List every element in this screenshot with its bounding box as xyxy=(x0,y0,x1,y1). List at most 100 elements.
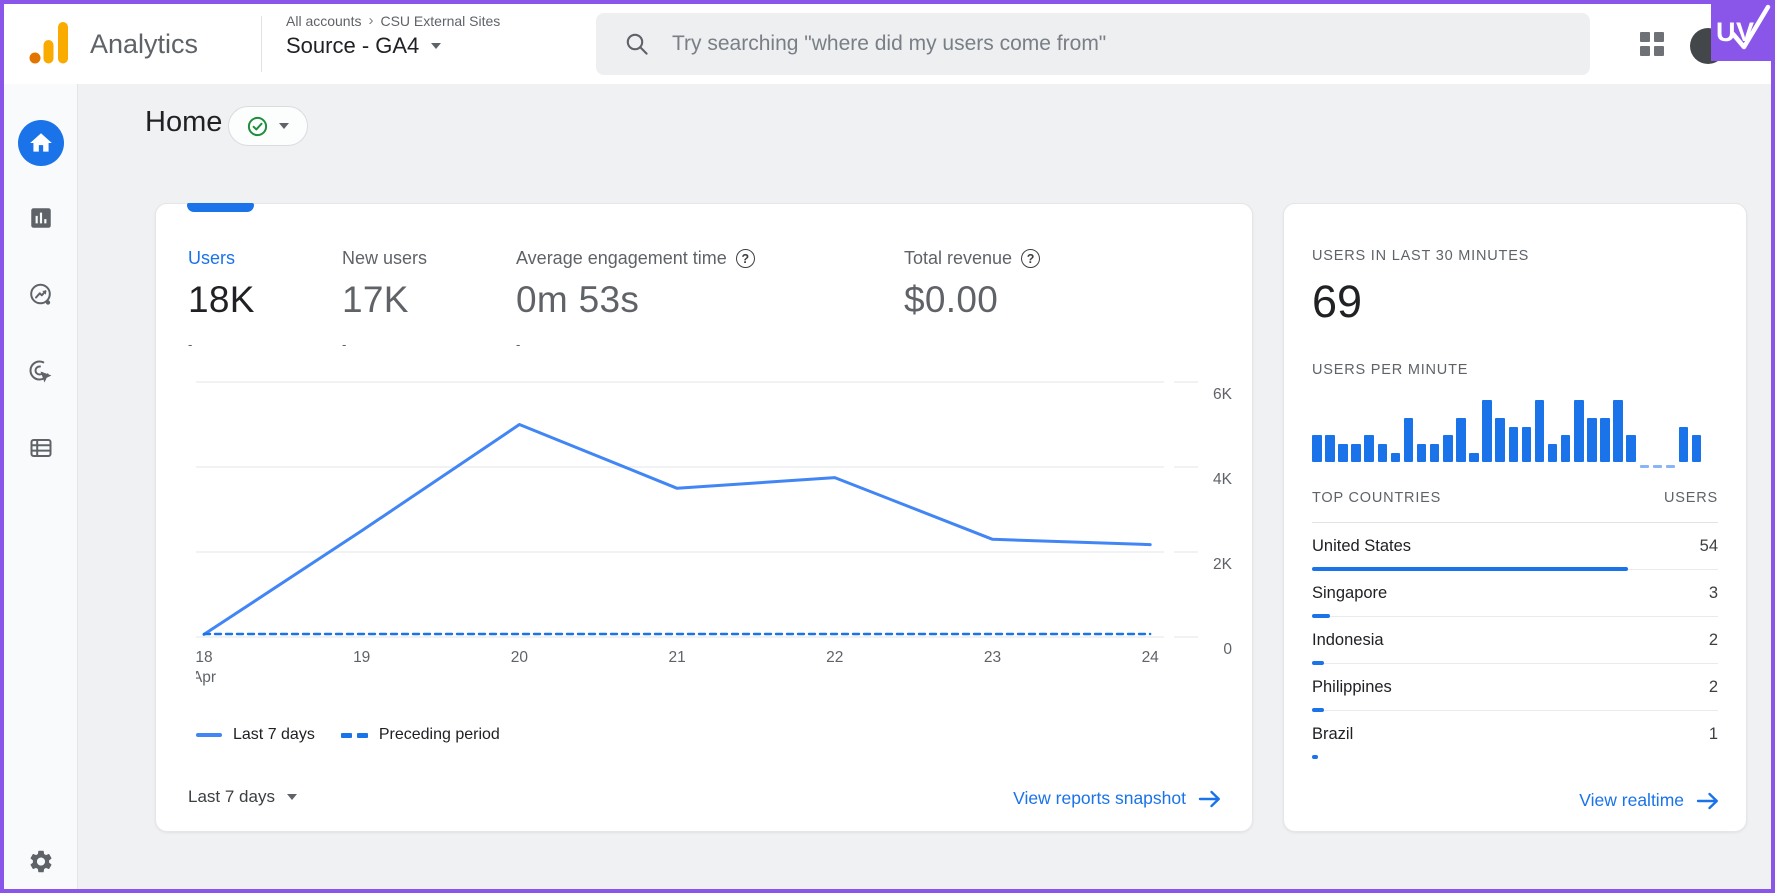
svg-text:20: 20 xyxy=(511,649,529,666)
list-icon xyxy=(28,435,54,461)
chevron-down-icon xyxy=(279,123,289,129)
topbar-divider xyxy=(261,16,262,72)
metric-label: Users xyxy=(188,248,235,269)
chart-legend: Last 7 days Preceding period xyxy=(196,726,500,744)
users-per-minute-label: USERS PER MINUTE xyxy=(1312,362,1468,378)
country-users: 1 xyxy=(1709,725,1718,744)
country-name: United States xyxy=(1312,537,1411,556)
table-row: Singapore 3 xyxy=(1312,570,1718,617)
breadcrumb: All accounts › CSU External Sites Source… xyxy=(286,12,500,59)
brand-name: Analytics xyxy=(90,4,198,84)
metric-value: 18K xyxy=(188,279,255,321)
analytics-logo-icon[interactable] xyxy=(28,20,70,71)
search-input[interactable] xyxy=(670,31,1590,57)
country-name: Indonesia xyxy=(1312,631,1384,650)
chevron-down-icon xyxy=(431,43,441,49)
metric-value: $0.00 xyxy=(904,279,1040,321)
legend-label: Preceding period xyxy=(379,726,500,744)
home-icon xyxy=(28,130,54,156)
country-name: Brazil xyxy=(1312,725,1353,744)
users-column-label: USERS xyxy=(1664,490,1718,506)
metric-value: 0m 53s xyxy=(516,279,755,321)
top-bar: Analytics All accounts › CSU External Si… xyxy=(4,4,1771,84)
country-users: 54 xyxy=(1700,537,1718,556)
country-users: 3 xyxy=(1709,584,1718,603)
explore-icon xyxy=(28,282,54,308)
nav-sidebar xyxy=(4,84,78,889)
dashed-line-swatch-icon xyxy=(341,733,368,738)
customize-report-button[interactable] xyxy=(228,106,308,146)
date-range-selector[interactable]: Last 7 days xyxy=(188,787,297,807)
breadcrumb-current[interactable]: CSU External Sites xyxy=(380,13,500,29)
app-window: Analytics All accounts › CSU External Si… xyxy=(0,0,1775,893)
svg-text:4K: 4K xyxy=(1213,471,1233,488)
apps-grid-icon[interactable] xyxy=(1638,30,1666,58)
chevron-down-icon xyxy=(287,794,297,800)
metric-label: New users xyxy=(342,248,427,269)
metric-value: 17K xyxy=(342,279,427,321)
date-range-label: Last 7 days xyxy=(188,787,275,807)
active-metric-tab-indicator xyxy=(187,203,254,212)
arrow-right-icon xyxy=(1198,789,1222,809)
view-reports-snapshot-link[interactable]: View reports snapshot xyxy=(1013,788,1222,809)
metric-new-users[interactable]: New users 17K - xyxy=(342,248,427,352)
users-per-minute-bar-chart xyxy=(1312,394,1707,462)
realtime-card: USERS IN LAST 30 MINUTES 69 USERS PER MI… xyxy=(1283,203,1747,832)
checkmark-icon xyxy=(1725,4,1771,54)
realtime-title: USERS IN LAST 30 MINUTES xyxy=(1312,248,1529,264)
country-users: 2 xyxy=(1709,631,1718,650)
view-realtime-link[interactable]: View realtime xyxy=(1579,790,1720,811)
svg-text:6K: 6K xyxy=(1213,386,1233,403)
metric-label: Average engagement time xyxy=(516,248,727,269)
legend-last-7-days: Last 7 days xyxy=(196,726,315,744)
top-countries-label: TOP COUNTRIES xyxy=(1312,490,1441,506)
breadcrumb-separator-icon: › xyxy=(368,12,373,29)
metric-label: Total revenue xyxy=(904,248,1012,269)
svg-text:21: 21 xyxy=(668,649,685,666)
table-row: United States 54 xyxy=(1312,523,1718,570)
country-name: Singapore xyxy=(1312,584,1387,603)
table-row: Indonesia 2 xyxy=(1312,617,1718,664)
sidebar-item-admin[interactable] xyxy=(27,848,54,875)
check-circle-icon xyxy=(247,116,268,137)
countries-header: TOP COUNTRIES USERS xyxy=(1312,490,1718,506)
overview-card: Users 18K - New users 17K - Average enga… xyxy=(155,203,1253,832)
bar-chart-icon xyxy=(28,205,54,231)
svg-text:2K: 2K xyxy=(1213,556,1233,573)
sidebar-item-explore[interactable] xyxy=(28,282,54,308)
legend-label: Last 7 days xyxy=(233,726,315,744)
svg-text:Apr: Apr xyxy=(196,669,216,686)
arrow-right-icon xyxy=(1696,791,1720,811)
table-row: Philippines 2 xyxy=(1312,664,1718,711)
uv-overlay-badge: UV xyxy=(1711,4,1771,61)
svg-text:19: 19 xyxy=(353,649,370,666)
property-selector[interactable]: Source - GA4 xyxy=(286,33,500,59)
table-row: Brazil 1 xyxy=(1312,711,1718,757)
help-icon[interactable]: ? xyxy=(1021,249,1040,268)
country-bar xyxy=(1312,755,1318,759)
metric-avg-engagement-time[interactable]: Average engagement time ? 0m 53s - xyxy=(516,248,755,352)
ads-click-icon xyxy=(28,359,54,385)
breadcrumb-root[interactable]: All accounts xyxy=(286,13,361,29)
page-title: Home xyxy=(145,106,222,139)
solid-line-swatch-icon xyxy=(196,733,222,737)
help-icon[interactable]: ? xyxy=(736,249,755,268)
metric-total-revenue[interactable]: Total revenue ? $0.00 xyxy=(904,248,1040,352)
country-name: Philippines xyxy=(1312,678,1392,697)
legend-preceding-period: Preceding period xyxy=(341,726,500,744)
search-icon xyxy=(624,31,650,57)
sidebar-item-reports[interactable] xyxy=(28,205,54,231)
sidebar-item-library[interactable] xyxy=(28,435,54,461)
svg-text:0: 0 xyxy=(1223,641,1232,658)
sidebar-item-advertising[interactable] xyxy=(28,359,54,385)
search-bar[interactable] xyxy=(596,13,1590,75)
svg-text:24: 24 xyxy=(1142,649,1160,666)
realtime-users-value: 69 xyxy=(1312,276,1362,328)
sidebar-item-home[interactable] xyxy=(18,120,64,166)
users-line-chart: 02K4K6K18Apr192021222324 xyxy=(196,346,1236,691)
gear-icon xyxy=(27,848,54,875)
svg-text:22: 22 xyxy=(826,649,843,666)
link-label: View realtime xyxy=(1579,790,1684,811)
svg-text:18: 18 xyxy=(196,649,213,666)
metric-users[interactable]: Users 18K - xyxy=(188,248,255,352)
